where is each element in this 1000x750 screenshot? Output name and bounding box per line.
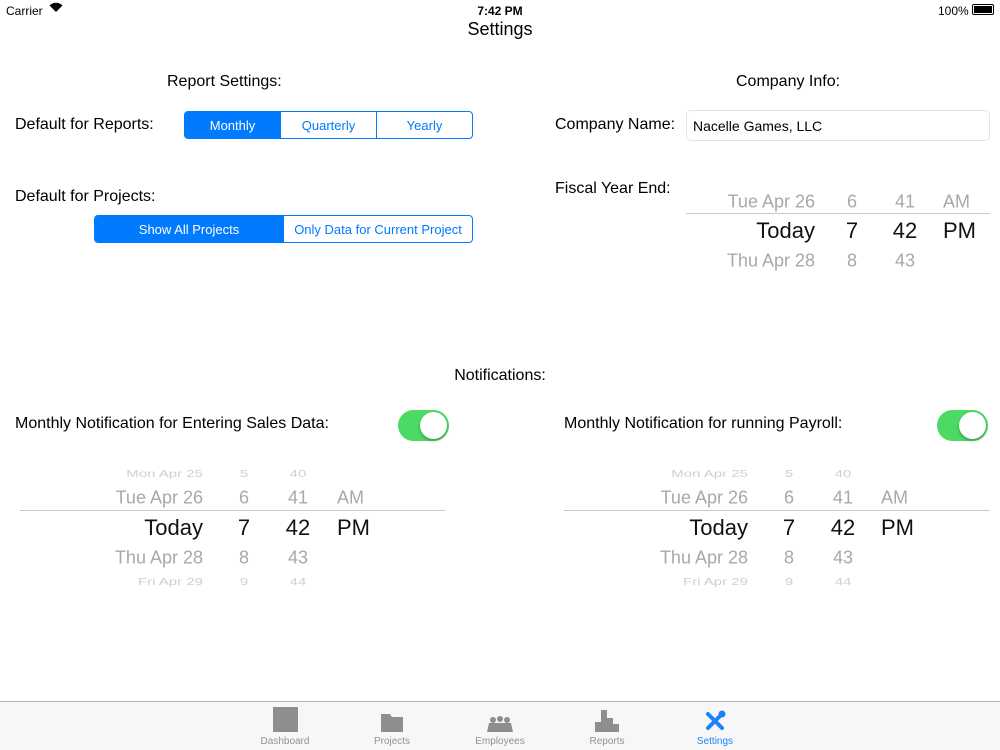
segment-quarterly[interactable]: Quarterly	[280, 112, 376, 138]
tab-projects[interactable]: Projects	[347, 702, 437, 750]
picker-minute[interactable]: 41	[288, 488, 308, 509]
picker-ampm[interactable]: AM	[881, 488, 908, 509]
projects-default-label: Default for Projects:	[15, 188, 156, 205]
sales-notification-toggle[interactable]	[398, 410, 449, 441]
picker-date[interactable]: Fri Apr 29	[683, 576, 748, 588]
sales-notification-label: Monthly Notification for Entering Sales …	[15, 415, 329, 432]
picker-selection-line	[20, 510, 445, 511]
picker-selection-line	[686, 213, 990, 214]
picker-minute[interactable]: 43	[833, 548, 853, 569]
notifications-heading: Notifications:	[454, 367, 546, 384]
payroll-notification-toggle[interactable]	[937, 410, 988, 441]
picker-hour[interactable]: 6	[784, 488, 794, 509]
battery-label: 100%	[938, 4, 969, 18]
picker-date[interactable]: Mon Apr 25	[126, 468, 203, 480]
picker-hour[interactable]: 7	[846, 218, 858, 244]
tab-employees[interactable]: Employees	[455, 702, 545, 750]
picker-hour[interactable]: 6	[847, 191, 857, 212]
picker-minute[interactable]: 41	[895, 191, 915, 212]
picker-date[interactable]: Tue Apr 26	[728, 191, 815, 212]
picker-hour[interactable]: 9	[785, 576, 793, 588]
segment-monthly[interactable]: Monthly	[185, 112, 280, 138]
tab-label: Reports	[589, 736, 625, 747]
payroll-notification-label: Monthly Notification for running Payroll…	[564, 415, 843, 432]
picker-date[interactable]: Today	[689, 515, 748, 541]
picker-minute[interactable]: 43	[288, 548, 308, 569]
reports-icon	[595, 710, 619, 732]
picker-minute[interactable]: 44	[290, 576, 307, 588]
segment-current-project[interactable]: Only Data for Current Project	[283, 216, 472, 242]
picker-date[interactable]: Fri Apr 29	[138, 576, 203, 588]
company-name-input[interactable]: Nacelle Games, LLC	[686, 110, 990, 141]
picker-date[interactable]: Tue Apr 26	[116, 488, 203, 509]
picker-hour[interactable]: 7	[238, 515, 250, 541]
tab-reports[interactable]: Reports	[562, 702, 652, 750]
picker-minute[interactable]: 41	[833, 488, 853, 509]
status-bar: Carrier 7:42 PM 100%	[0, 0, 1000, 20]
picker-minute[interactable]: 44	[835, 576, 852, 588]
picker-date[interactable]: Thu Apr 28	[115, 548, 203, 569]
company-name-label: Company Name:	[555, 116, 676, 133]
wrench-screwdriver-icon	[706, 710, 726, 730]
picker-hour[interactable]: 7	[783, 515, 795, 541]
picker-hour[interactable]: 5	[785, 468, 793, 480]
tab-bar: Dashboard Projects Employees Reports Set…	[0, 701, 1000, 750]
segment-show-all-projects[interactable]: Show All Projects	[95, 216, 283, 242]
picker-hour[interactable]: 9	[240, 576, 248, 588]
picker-minute[interactable]: 43	[895, 250, 915, 271]
tab-label: Employees	[475, 736, 525, 747]
picker-date[interactable]: Thu Apr 28	[660, 548, 748, 569]
picker-hour[interactable]: 5	[240, 468, 248, 480]
picker-ampm[interactable]: PM	[943, 218, 976, 244]
picker-date[interactable]: Thu Apr 28	[727, 250, 815, 271]
picker-date[interactable]: Tue Apr 26	[661, 488, 748, 509]
picker-date[interactable]: Today	[144, 515, 203, 541]
tab-label: Projects	[373, 736, 411, 747]
tab-label: Settings	[696, 736, 734, 747]
picker-hour[interactable]: 6	[239, 488, 249, 509]
picker-hour[interactable]: 8	[239, 548, 249, 569]
picker-ampm[interactable]: PM	[881, 515, 914, 541]
picker-minute[interactable]: 42	[286, 515, 310, 541]
battery-icon	[972, 4, 994, 15]
people-icon	[487, 716, 513, 732]
picker-ampm[interactable]: PM	[337, 515, 370, 541]
picker-minute[interactable]: 42	[893, 218, 917, 244]
clock: 7:42 PM	[477, 4, 523, 18]
picker-date[interactable]: Today	[756, 218, 815, 244]
picker-hour[interactable]: 8	[847, 250, 857, 271]
tab-dashboard[interactable]: Dashboard	[240, 702, 330, 750]
picker-selection-line	[564, 510, 990, 511]
projects-segmented-control[interactable]: Show All Projects Only Data for Current …	[94, 215, 473, 243]
fiscal-year-end-label: Fiscal Year End:	[555, 180, 671, 197]
segment-yearly[interactable]: Yearly	[376, 112, 472, 138]
page-title: Settings	[467, 19, 533, 39]
picker-ampm[interactable]: AM	[943, 191, 970, 212]
picker-minute[interactable]: 42	[831, 515, 855, 541]
tab-settings[interactable]: Settings	[670, 702, 760, 750]
picker-minute[interactable]: 40	[290, 468, 307, 480]
folder-icon	[381, 714, 403, 732]
picker-hour[interactable]: 8	[784, 548, 794, 569]
report-settings-heading: Report Settings:	[167, 73, 282, 90]
reports-default-label: Default for Reports:	[15, 116, 154, 133]
picker-date[interactable]: Mon Apr 25	[671, 468, 748, 480]
company-info-heading: Company Info:	[736, 73, 841, 90]
tab-label: Dashboard	[260, 736, 310, 747]
dashboard-icon	[272, 707, 298, 732]
picker-ampm[interactable]: AM	[337, 488, 364, 509]
reports-segmented-control[interactable]: Monthly Quarterly Yearly	[184, 111, 473, 139]
picker-minute[interactable]: 40	[835, 468, 852, 480]
